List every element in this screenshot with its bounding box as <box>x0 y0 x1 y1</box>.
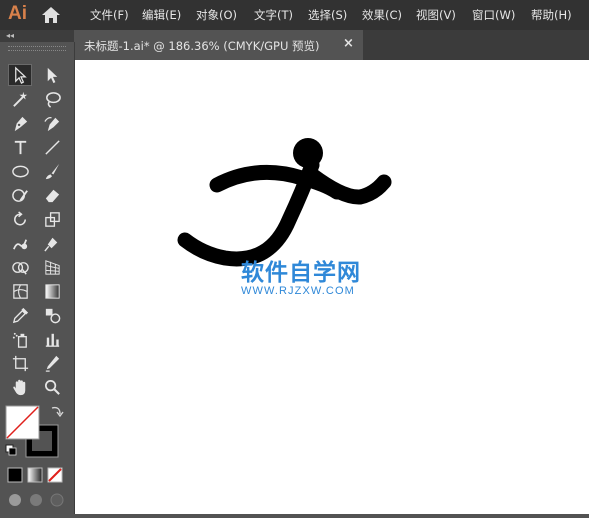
shaper-tool[interactable] <box>8 184 32 206</box>
pen-tool[interactable] <box>8 112 32 134</box>
pen-tool-icon <box>14 116 27 131</box>
menu-type[interactable]: 文字(T) <box>254 7 293 23</box>
paintbrush-tool[interactable] <box>40 160 64 182</box>
app-logo: Ai <box>8 3 27 24</box>
hand-tool[interactable] <box>8 376 32 398</box>
draw-normal-icon[interactable] <box>9 494 21 506</box>
hand-tool-icon <box>12 379 25 395</box>
curved-stroke-right <box>304 167 392 205</box>
gradient-tool-icon <box>44 283 60 299</box>
artboard-tool-icon <box>12 355 28 371</box>
line-segment-tool-icon <box>44 139 60 155</box>
eraser-tool[interactable] <box>40 184 64 206</box>
warp-tool-icon <box>12 238 27 250</box>
paintbrush-tool-icon <box>45 163 59 179</box>
eyedropper-tool[interactable] <box>8 304 32 326</box>
menu-window[interactable]: 窗口(W) <box>472 7 515 23</box>
artboard-tool[interactable] <box>8 352 32 374</box>
line-segment-tool[interactable] <box>40 136 64 158</box>
artboard-canvas[interactable]: 软件自学网 WWW.RJZXW.COM <box>75 60 589 514</box>
draw-inside-icon[interactable] <box>50 493 64 507</box>
scale-tool-icon <box>44 211 60 227</box>
warp-tool[interactable] <box>8 232 32 254</box>
menu-edit[interactable]: 编辑(E) <box>142 7 181 23</box>
menu-select[interactable]: 选择(S) <box>308 7 347 23</box>
swap-fill-stroke-icon[interactable] <box>51 406 61 415</box>
blend-tool[interactable] <box>40 304 64 326</box>
ellipse-tool-icon <box>11 165 29 177</box>
menu-view[interactable]: 视图(V) <box>416 7 456 23</box>
fill-stroke-widget[interactable] <box>0 400 74 514</box>
zoom-tool[interactable] <box>40 376 64 398</box>
lasso-tool[interactable] <box>40 88 64 110</box>
rotate-tool-icon <box>13 210 26 225</box>
eraser-tool-icon <box>45 189 59 202</box>
curvature-tool[interactable] <box>40 112 64 134</box>
puppet-warp-tool[interactable] <box>40 232 64 254</box>
shape-builder-tool[interactable] <box>8 256 32 278</box>
document-tab-bar: 未标题-1.ai* @ 186.36% (CMYK/GPU 预览) × <box>75 30 589 60</box>
rotate-tool[interactable] <box>8 208 32 230</box>
mesh-tool[interactable] <box>8 280 32 302</box>
selection-tool[interactable] <box>8 64 32 86</box>
symbol-sprayer-tool-icon <box>12 332 27 348</box>
menu-help[interactable]: 帮助(H) <box>531 7 572 23</box>
magic-wand-tool-icon <box>12 91 27 107</box>
scale-tool[interactable] <box>40 208 64 230</box>
zoom-tool-icon <box>44 379 60 395</box>
mesh-tool-icon <box>12 283 28 299</box>
ellipse-tool[interactable] <box>8 160 32 182</box>
shape-builder-tool-icon <box>11 261 29 275</box>
symbol-sprayer-tool[interactable] <box>8 328 32 350</box>
type-tool-icon <box>14 140 26 154</box>
column-graph-tool-icon <box>45 333 59 347</box>
lasso-tool-icon <box>45 91 61 108</box>
gradient-mode-icon[interactable] <box>27 467 43 483</box>
menu-bar: Ai 文件(F) 编辑(E) 对象(O) 文字(T) 选择(S) 效果(C) 视… <box>0 0 589 30</box>
color-mode-icon[interactable] <box>7 467 23 483</box>
panel-grip[interactable] <box>8 46 66 51</box>
home-icon[interactable] <box>40 5 62 25</box>
watermark-url: WWW.RJZXW.COM <box>241 285 355 297</box>
document-tab[interactable]: 未标题-1.ai* @ 186.36% (CMYK/GPU 预览) × <box>75 30 363 60</box>
menu-object[interactable]: 对象(O) <box>196 7 237 23</box>
blend-tool-icon <box>45 308 60 323</box>
head-circle <box>293 138 323 168</box>
puppet-warp-tool-icon <box>43 237 57 252</box>
column-graph-tool[interactable] <box>40 328 64 350</box>
toolbar-header: ◂◂ <box>0 30 74 42</box>
shaper-tool-icon <box>11 188 28 202</box>
slice-tool[interactable] <box>40 352 64 374</box>
selection-tool-icon <box>14 65 27 84</box>
color-controls <box>0 400 74 514</box>
eyedropper-tool-icon <box>12 307 28 323</box>
direct-selection-tool-icon <box>47 67 57 83</box>
watermark-text: 软件自学网 <box>241 260 361 286</box>
document-tab-title[interactable]: 未标题-1.ai* @ 186.36% (CMYK/GPU 预览) <box>84 38 320 54</box>
magic-wand-tool[interactable] <box>8 88 32 110</box>
gradient-tool[interactable] <box>40 280 64 302</box>
draw-behind-icon[interactable] <box>30 494 42 506</box>
slice-tool-icon <box>45 355 59 372</box>
close-tab-icon[interactable]: × <box>343 36 354 51</box>
collapse-panel-icon[interactable]: ◂◂ <box>6 31 14 40</box>
direct-selection-tool[interactable] <box>40 64 64 86</box>
perspective-grid-tool-icon <box>44 259 60 275</box>
curvature-tool-icon <box>43 116 59 131</box>
perspective-grid-tool[interactable] <box>40 256 64 278</box>
menu-file[interactable]: 文件(F) <box>90 7 129 23</box>
type-tool[interactable] <box>8 136 32 158</box>
menu-effect[interactable]: 效果(C) <box>362 7 402 23</box>
